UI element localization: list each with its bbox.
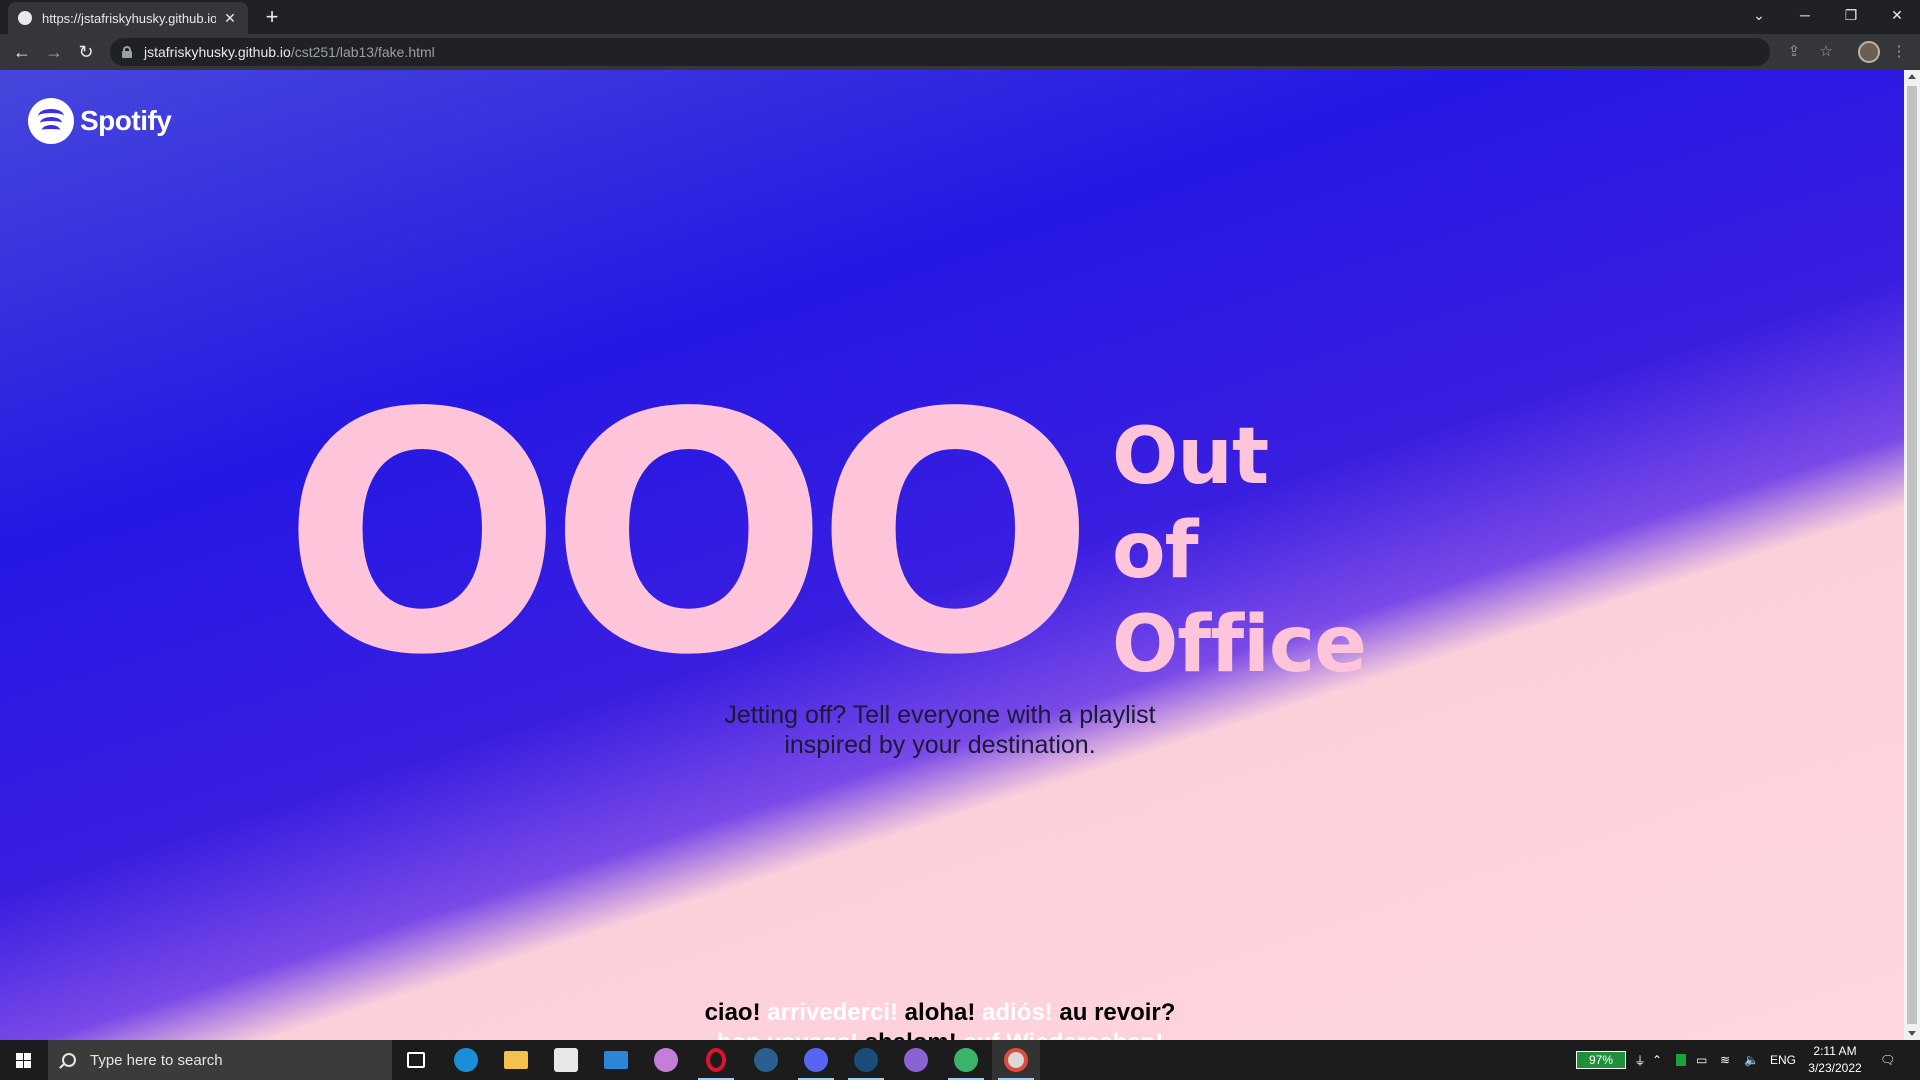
tagline-line-1: Jetting off? Tell everyone with a playli… [724, 701, 1156, 729]
spotify-logo[interactable]: Spotify [28, 98, 172, 144]
page-viewport: Spotify OOO Out of Office Jetting off? T… [0, 70, 1904, 1040]
clock-date: 3/23/2022 [1808, 1061, 1862, 1075]
lock-icon[interactable] [122, 46, 132, 58]
farewell-line-1: ciao! arrivederci! aloha! adiós! au revo… [540, 998, 1340, 1028]
scroll-down-icon[interactable] [1908, 1031, 1916, 1036]
farewell-word: bon voyage! [717, 1029, 858, 1040]
search-icon [62, 1053, 76, 1067]
opera-icon[interactable] [692, 1040, 740, 1080]
windows-icon [16, 1053, 31, 1068]
star-icon[interactable]: ☆ [1816, 42, 1836, 62]
taskbar-search[interactable]: Type here to search [48, 1040, 392, 1080]
minimize-button[interactable]: ─ [1782, 0, 1828, 30]
mail-icon[interactable] [592, 1040, 640, 1080]
steam-icon[interactable] [842, 1040, 890, 1080]
menu-dots-icon[interactable]: ⋮ [1889, 42, 1909, 62]
browser-toolbar: ← → ↻ jstafriskyhusky.github.io/cst251/l… [0, 34, 1920, 70]
farewell-word: shalom! [865, 1029, 957, 1040]
tab-title: https://jstafriskyhusky.github.io/c [42, 10, 216, 26]
language-indicator[interactable]: ENG [1770, 1040, 1796, 1080]
task-view-icon[interactable] [392, 1040, 440, 1080]
search-placeholder: Type here to search [90, 1051, 223, 1069]
green-app-icon[interactable] [942, 1040, 990, 1080]
url-path: /cst251/lab13/fake.html [290, 44, 435, 60]
back-arrow-icon[interactable]: ← [8, 38, 36, 66]
steam-icon[interactable] [742, 1040, 790, 1080]
farewell-word: ciao! [704, 999, 761, 1026]
clock[interactable]: 2:11 AM 3/23/2022 [1800, 1043, 1870, 1077]
browser-tab-strip: https://jstafriskyhusky.github.io/c ✕ + … [0, 0, 1920, 34]
discord-icon[interactable] [792, 1040, 840, 1080]
heading-word-out: Out [1112, 412, 1269, 502]
tab-search-icon[interactable]: ⌄ [1736, 0, 1782, 30]
farewell-word: arrivederci! [767, 999, 898, 1026]
spotify-icon [28, 98, 74, 144]
logo-wordmark: Spotify [80, 105, 172, 136]
forward-arrow-icon[interactable]: → [40, 38, 68, 66]
windows-taskbar: Type here to search 97% ⏚ ⌃ ▭ ≋ 🔈 ENG 2:… [0, 1040, 1920, 1080]
paint-app-icon[interactable] [642, 1040, 690, 1080]
address-bar[interactable]: jstafriskyhusky.github.io/cst251/lab13/f… [110, 38, 1770, 66]
green-status-icon[interactable] [1676, 1040, 1686, 1080]
out-of-office-heading: Out of Office [1112, 410, 1367, 692]
chrome-icon[interactable] [992, 1040, 1040, 1080]
scroll-up-icon[interactable] [1908, 74, 1916, 79]
farewell-word: auf Wiedersehen! [963, 1029, 1163, 1040]
page-scrollbar[interactable] [1904, 70, 1920, 1040]
browser-tab[interactable]: https://jstafriskyhusky.github.io/c ✕ [8, 2, 248, 34]
farewell-words: ciao! arrivederci! aloha! adiós! au revo… [540, 998, 1340, 1040]
heading-word-office: Office [1112, 600, 1367, 690]
edge-icon[interactable] [442, 1040, 490, 1080]
store-icon[interactable] [542, 1040, 590, 1080]
heading-word-of: of [1112, 506, 1199, 596]
profile-avatar[interactable] [1858, 41, 1880, 63]
url-host: jstafriskyhusky.github.io [144, 44, 291, 60]
power-plug-icon: ⏚ [1634, 1053, 1647, 1068]
clock-time: 2:11 AM [1813, 1044, 1857, 1058]
scrollbar-thumb[interactable] [1907, 86, 1917, 1024]
ooo-headline: OOO [282, 343, 1096, 727]
reload-icon[interactable]: ↻ [72, 38, 100, 66]
battery-icon[interactable]: ▭ [1696, 1040, 1707, 1080]
wifi-icon[interactable]: ≋ [1720, 1040, 1730, 1080]
farewell-word: aloha! [904, 999, 976, 1026]
tagline-line-2: inspired by your destination. [784, 731, 1096, 759]
globe-icon [18, 11, 32, 25]
farewell-word: adiós! [982, 999, 1053, 1026]
file-explorer-icon[interactable] [492, 1040, 540, 1080]
battery-indicator[interactable]: 97% [1576, 1051, 1626, 1069]
close-window-button[interactable]: ✕ [1874, 0, 1920, 30]
share-icon[interactable]: ⇪ [1784, 42, 1804, 62]
volume-icon[interactable]: 🔈 [1744, 1040, 1759, 1080]
tagline: Jetting off? Tell everyone with a playli… [640, 700, 1240, 760]
tab-close-button[interactable]: ✕ [222, 10, 238, 27]
new-tab-button[interactable]: + [258, 4, 286, 32]
farewell-line-2: bon voyage! shalom! auf Wiedersehen! [540, 1028, 1340, 1040]
notification-icon[interactable]: 🗨 [1880, 1040, 1895, 1080]
chevron-up-icon[interactable]: ⌃ [1652, 1040, 1662, 1080]
farewell-word: au revoir? [1059, 999, 1176, 1026]
start-button[interactable] [0, 1040, 48, 1080]
restore-button[interactable]: ❐ [1828, 0, 1874, 30]
github-icon[interactable] [892, 1040, 940, 1080]
